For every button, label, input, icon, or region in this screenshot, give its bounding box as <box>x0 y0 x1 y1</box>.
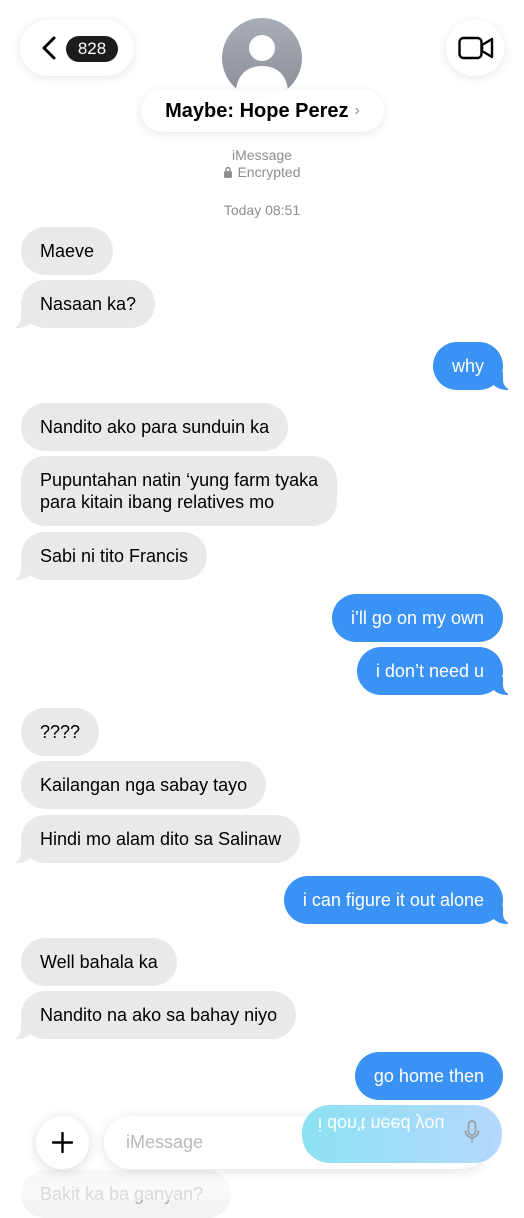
plus-icon <box>52 1132 73 1153</box>
encryption-label: Encrypted <box>237 164 301 180</box>
outgoing-message[interactable]: why <box>432 342 514 390</box>
chevron-right-icon: › <box>354 102 360 119</box>
incoming-message[interactable]: Nasaan ka? <box>10 280 156 328</box>
incoming-message[interactable]: Hindi mo alam dito sa Salinaw <box>10 815 301 863</box>
outgoing-message[interactable]: go home then <box>354 1052 503 1100</box>
contact-name: Maybe: Hope Perez <box>165 99 349 122</box>
message-input-placeholder: iMessage <box>126 1132 204 1152</box>
unread-count-badge: 828 <box>66 36 118 62</box>
video-camera-icon <box>458 36 494 60</box>
incoming-message[interactable]: Kailangan nga sabay tayo <box>21 761 267 809</box>
encryption-status: Encrypted <box>0 164 524 180</box>
incoming-message-partial: Bakit ka ba ganyan? <box>21 1170 231 1218</box>
contact-name-button[interactable]: Maybe: Hope Perez › <box>141 90 384 132</box>
facetime-video-button[interactable] <box>446 20 504 76</box>
microphone-icon[interactable] <box>464 1120 480 1144</box>
incoming-message[interactable]: Pupuntahan natin ‘yung farm tyaka para k… <box>21 456 338 526</box>
incoming-message[interactable]: Maeve <box>21 227 114 275</box>
person-icon <box>236 35 288 90</box>
incoming-message[interactable]: Nandito ako para sunduin ka <box>21 403 289 451</box>
outgoing-message[interactable]: i can figure it out alone <box>283 876 514 924</box>
sending-message-text: i don't need you <box>318 1114 445 1134</box>
incoming-message[interactable]: Sabi ni tito Francis <box>10 532 208 580</box>
incoming-message[interactable]: ???? <box>21 708 100 756</box>
thread-timestamp: Today 08:51 <box>223 202 301 218</box>
outgoing-message[interactable]: i don’t need u <box>356 647 514 695</box>
back-button[interactable]: 828 <box>20 20 134 76</box>
service-label: iMessage <box>232 147 292 163</box>
message-line: Pupuntahan natin ‘yung farm tyaka <box>40 470 319 490</box>
incoming-message[interactable]: Nandito na ako sa bahay niyo <box>10 991 297 1039</box>
sending-message-animation: i don't need you <box>302 1105 502 1163</box>
add-attachment-button[interactable] <box>36 1116 89 1169</box>
contact-avatar[interactable] <box>222 18 302 98</box>
lock-icon <box>224 166 233 178</box>
outgoing-message[interactable]: i’ll go on my own <box>331 594 503 642</box>
chevron-left-icon <box>42 36 56 60</box>
incoming-message[interactable]: Well bahala ka <box>21 938 177 986</box>
message-line: para kitain ibang relatives mo <box>40 492 275 512</box>
